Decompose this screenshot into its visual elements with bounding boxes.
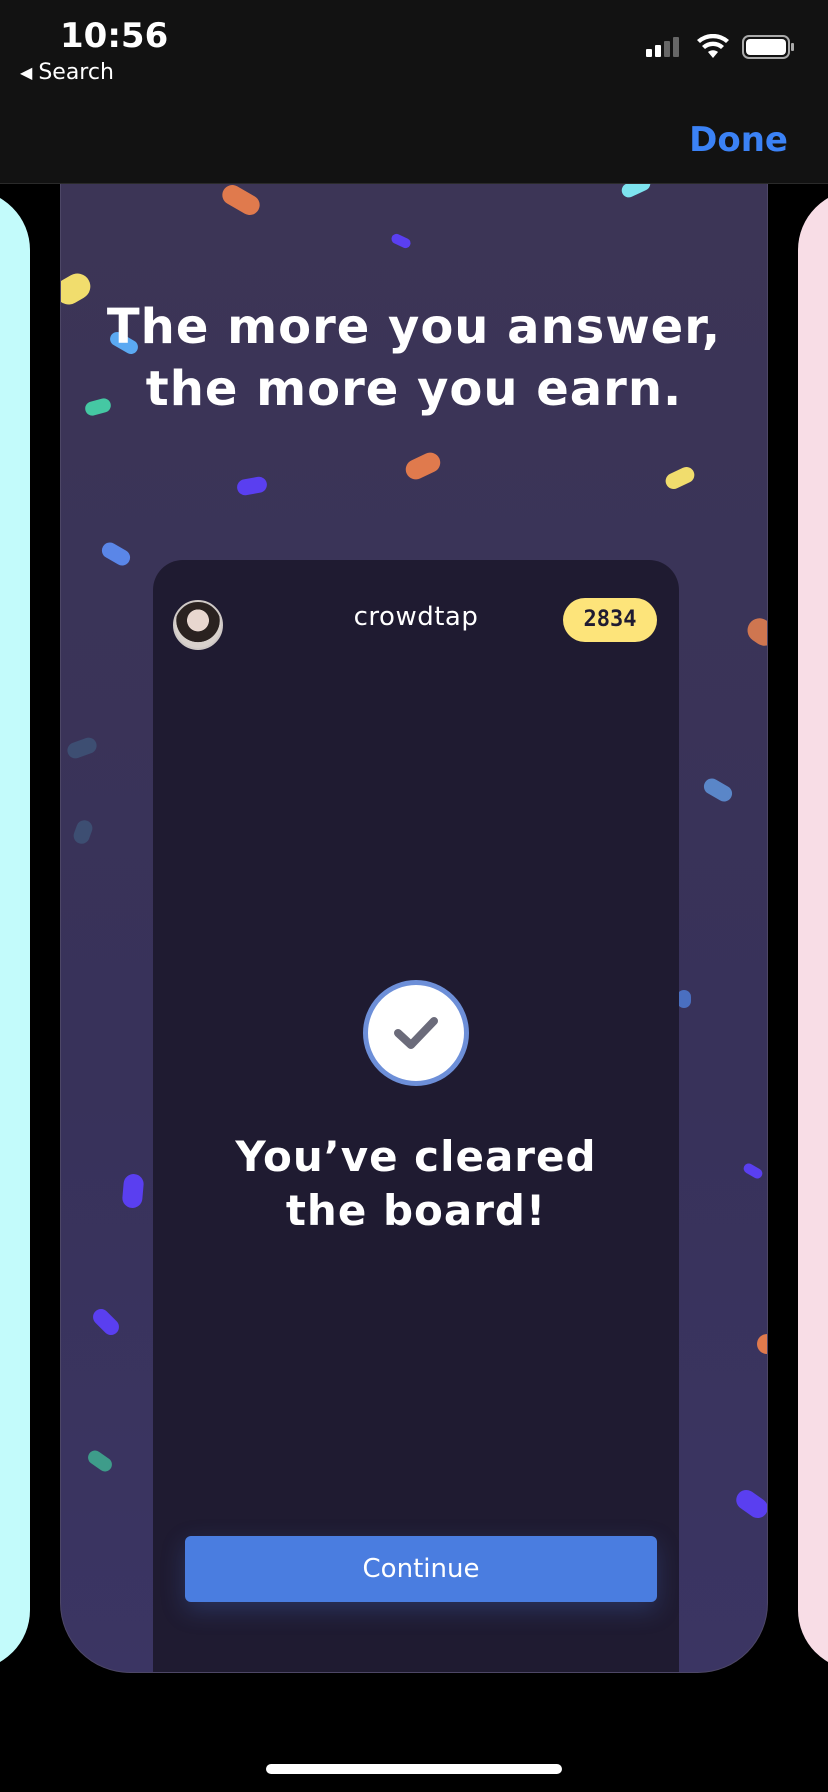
back-caret-icon: ◀: [20, 63, 33, 82]
previous-card-preview[interactable]: [0, 190, 30, 1670]
confetti: [99, 539, 133, 569]
confetti: [89, 1305, 123, 1339]
card-headline: The more you answer, the more you earn.: [61, 296, 767, 420]
next-card-preview[interactable]: [798, 190, 828, 1670]
confetti: [757, 1334, 767, 1354]
confetti: [742, 613, 767, 651]
confetti: [121, 1173, 145, 1209]
back-to-search-link[interactable]: ◀ Search: [20, 60, 114, 85]
status-icons: [644, 34, 796, 60]
confetti: [663, 464, 697, 492]
app-preview-mock: crowdtap 2834 You’ve cleared the board! …: [153, 560, 679, 1672]
confetti: [619, 184, 653, 200]
signal-icon: [646, 37, 679, 57]
confetti: [235, 475, 269, 497]
wifi-icon: [697, 34, 729, 58]
confetti: [389, 232, 413, 250]
points-badge: 2834: [563, 598, 657, 642]
cleared-message-line-2: the board!: [285, 1186, 547, 1235]
checkmark-icon: [363, 980, 469, 1086]
onboarding-card: The more you answer, the more you earn. …: [60, 184, 768, 1673]
confetti: [85, 1447, 115, 1475]
headline-line-2: the more you earn.: [145, 361, 683, 417]
confetti: [677, 990, 691, 1008]
status-bar: 10:56 ◀ Search Done: [0, 0, 828, 184]
status-time: 10:56: [60, 16, 169, 56]
back-link-label: Search: [38, 60, 114, 85]
confetti: [701, 775, 735, 805]
confetti: [65, 735, 99, 761]
battery-icon: [742, 35, 794, 59]
home-indicator[interactable]: [266, 1764, 562, 1774]
continue-button[interactable]: Continue: [185, 1536, 657, 1602]
confetti: [741, 1161, 765, 1181]
confetti: [218, 184, 264, 219]
confetti: [402, 449, 444, 483]
cleared-message-line-1: You’ve cleared: [235, 1132, 597, 1181]
cleared-message: You’ve cleared the board!: [153, 1130, 679, 1238]
confetti: [71, 817, 95, 847]
done-button[interactable]: Done: [689, 120, 788, 160]
screen: 10:56 ◀ Search Done The more you answer,…: [0, 0, 828, 1792]
confetti: [732, 1486, 767, 1522]
headline-line-1: The more you answer,: [106, 299, 722, 355]
